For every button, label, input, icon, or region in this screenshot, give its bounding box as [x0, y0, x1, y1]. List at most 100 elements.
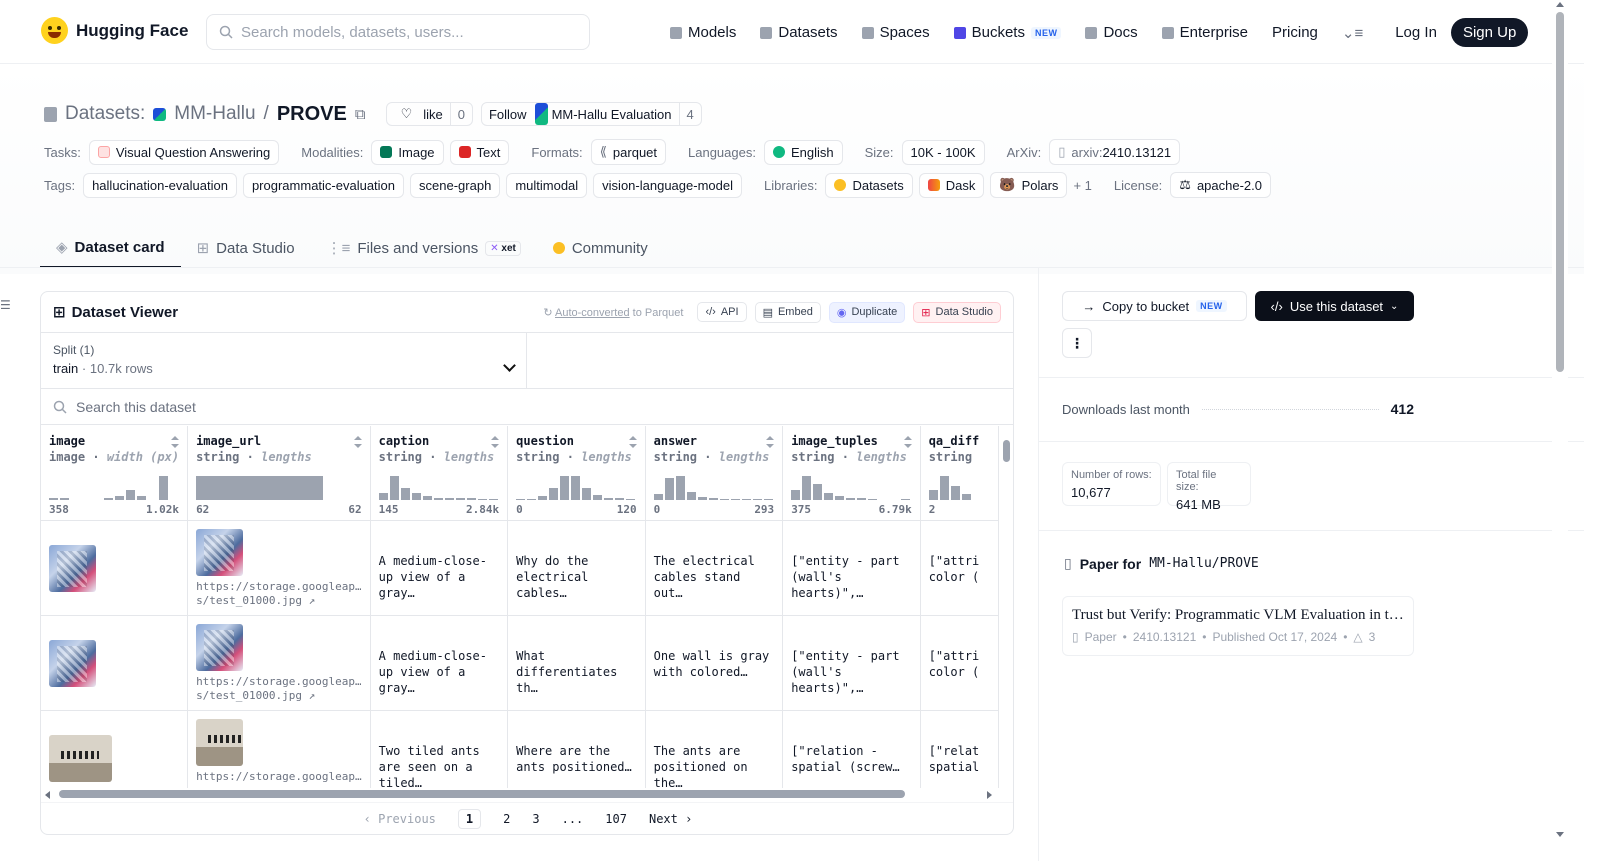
sort-icon[interactable]	[903, 436, 912, 448]
column-header-image[interactable]: image image · width (px) 358 1.02k	[41, 426, 189, 521]
image-tuples-cell[interactable]: ["entity - part (wall's hearts)",…	[782, 615, 921, 711]
duplicate-button[interactable]: ◉ Duplicate	[828, 301, 906, 323]
nav-models[interactable]: Models	[670, 24, 736, 41]
copy-icon[interactable]: ⧉	[355, 106, 366, 123]
scrollbar-thumb[interactable]	[1556, 12, 1564, 372]
image-url-link[interactable]: https://storage.googleap…	[196, 770, 362, 784]
caption-cell[interactable]: Two tiled ants are seen on a tiled…	[370, 710, 509, 788]
page-107-button[interactable]: 107	[605, 812, 627, 826]
dataset-search[interactable]	[41, 389, 1013, 425]
image-url-link[interactable]: https://storage.googleap… s/test_01000.j…	[196, 580, 361, 608]
page-2-button[interactable]: 2	[503, 812, 510, 826]
image-thumbnail[interactable]	[196, 528, 244, 576]
column-header-caption[interactable]: caption string · lengths 145 2.84k	[370, 426, 509, 521]
tag-multimodal[interactable]: multimodal	[506, 172, 588, 198]
image-tuples-cell[interactable]: ["entity - part (wall's hearts)",…	[782, 520, 921, 616]
repo-name[interactable]: PROVE	[277, 103, 347, 126]
sort-icon[interactable]	[628, 436, 637, 448]
task-tag[interactable]: Visual Question Answering	[88, 139, 280, 165]
use-this-dataset-button[interactable]: ‹/› Use this dataset ⌄	[1255, 291, 1414, 321]
nav-more-menu[interactable]: ⌄≡	[1342, 24, 1363, 42]
page-1-button[interactable]: 1	[457, 808, 482, 829]
sort-icon[interactable]	[491, 436, 500, 448]
nav-spaces[interactable]: Spaces	[861, 24, 930, 41]
library-tag-datasets[interactable]: Datasets	[825, 172, 913, 198]
image-url-link[interactable]: https://storage.googleap… s/test_01000.j…	[196, 675, 361, 703]
image-url-cell[interactable]: https://storage.googleap… s/test_01000.j…	[187, 615, 371, 711]
previous-page-button[interactable]: ‹ Previous	[364, 812, 436, 826]
tab-files-and-versions[interactable]: ⋮≡ Files and versions ✕ xet	[311, 228, 537, 268]
modality-tag-text[interactable]: Text	[449, 139, 510, 165]
image-thumbnail[interactable]	[49, 639, 96, 687]
more-options-button[interactable]: ⋮	[1062, 328, 1092, 358]
split-selector[interactable]: Split (1) train · 10.7k rows	[41, 333, 527, 388]
image-cell[interactable]	[41, 615, 189, 711]
image-thumbnail[interactable]	[49, 734, 112, 782]
nav-docs[interactable]: Docs	[1085, 24, 1138, 41]
image-cell[interactable]	[41, 710, 189, 788]
page-3-button[interactable]: 3	[532, 812, 539, 826]
page-scrollbar[interactable]	[1552, 0, 1568, 861]
column-header-answer[interactable]: answer string · lengths 0 293	[645, 426, 784, 521]
arxiv-tag[interactable]: ▯ arxiv:2410.13121	[1049, 139, 1181, 165]
scroll-right-icon[interactable]	[987, 791, 992, 799]
answer-cell[interactable]: One wall is gray with colored…	[645, 615, 784, 711]
next-page-button[interactable]: Next ›	[649, 812, 692, 826]
question-cell[interactable]: What differentiates th…	[507, 615, 646, 711]
paper-card[interactable]: Trust but Verify: Programmatic VLM Evalu…	[1062, 596, 1414, 656]
nav-buckets[interactable]: Buckets NEW	[953, 24, 1062, 41]
column-header-qa-diff[interactable]: qa_diff string 2	[920, 426, 999, 521]
image-thumbnail[interactable]	[196, 718, 244, 766]
tab-dataset-card[interactable]: ◈ Dataset card	[40, 228, 181, 268]
scroll-left-icon[interactable]	[45, 791, 50, 799]
scroll-down-icon[interactable]	[1556, 832, 1564, 837]
modality-tag-image[interactable]: Image	[371, 139, 444, 165]
paper-title[interactable]: Trust but Verify: Programmatic VLM Evalu…	[1072, 607, 1404, 624]
api-button[interactable]: ‹/› API	[697, 302, 747, 322]
tag-hallucination-evaluation[interactable]: hallucination-evaluation	[83, 172, 237, 198]
qa-diff-cell[interactable]: ["attri color (	[920, 520, 999, 616]
library-tag-dask[interactable]: Dask	[918, 172, 985, 198]
grid-horizontal-scrollbar[interactable]	[41, 788, 999, 800]
image-cell[interactable]	[41, 520, 189, 616]
answer-cell[interactable]: The ants are positioned on the…	[645, 710, 784, 788]
library-tag-polars[interactable]: 🐻 Polars	[990, 172, 1068, 198]
image-thumbnail[interactable]	[49, 544, 96, 592]
table-row[interactable]: https://storage.googleap… s/test_01000.j…	[41, 615, 999, 711]
license-tag[interactable]: ⚖ apache-2.0	[1170, 172, 1272, 198]
table-row[interactable]: https://storage.googleap… s/test_01000.j…	[41, 520, 999, 616]
scroll-up-icon[interactable]	[1556, 2, 1564, 7]
caption-cell[interactable]: A medium-close-up view of a gray…	[370, 520, 509, 616]
libraries-more[interactable]: + 1	[1073, 178, 1091, 193]
table-row[interactable]: https://storage.googleap… Two tiled ants…	[41, 710, 999, 788]
nav-datasets[interactable]: Datasets	[760, 24, 838, 41]
auto-converted-note[interactable]: ↻ Auto-converted to Parquet	[543, 306, 683, 319]
scrollbar-thumb[interactable]	[1003, 440, 1010, 462]
search-input[interactable]	[241, 23, 561, 41]
column-header-image-tuples[interactable]: image_tuples string · lengths 375 6.79k	[782, 426, 921, 521]
tab-community[interactable]: Community	[537, 228, 664, 268]
data-studio-button[interactable]: ⊞ Data Studio	[913, 301, 1001, 323]
sort-icon[interactable]	[766, 436, 775, 448]
answer-cell[interactable]: The electrical cables stand out…	[645, 520, 784, 616]
sort-icon[interactable]	[353, 436, 362, 448]
question-cell[interactable]: Where are the ants positioned…	[507, 710, 646, 788]
image-url-cell[interactable]: https://storage.googleap… s/test_01000.j…	[187, 520, 371, 616]
copy-to-bucket-button[interactable]: → Copy to bucket NEW	[1062, 291, 1247, 321]
brand-logo[interactable]: Hugging Face	[41, 17, 188, 44]
image-tuples-cell[interactable]: ["relation - spatial (screw…	[782, 710, 921, 788]
embed-button[interactable]: ▤ Embed	[754, 301, 821, 323]
image-url-cell[interactable]: https://storage.googleap…	[187, 710, 371, 788]
dataset-search-input[interactable]	[76, 398, 476, 415]
qa-diff-cell[interactable]: ["relat spatial	[920, 710, 999, 788]
language-tag[interactable]: English	[763, 139, 843, 165]
scrollbar-thumb[interactable]	[59, 790, 905, 798]
signup-button[interactable]: Sign Up	[1450, 18, 1529, 47]
tab-data-studio[interactable]: ⊞ Data Studio	[181, 228, 311, 268]
question-cell[interactable]: Why do the electrical cables…	[507, 520, 646, 616]
tag-scene-graph[interactable]: scene-graph	[410, 172, 501, 198]
global-search[interactable]	[206, 14, 590, 50]
tag-programmatic-evaluation[interactable]: programmatic-evaluation	[242, 172, 405, 198]
tag-vision-language-model[interactable]: vision-language-model	[593, 172, 742, 198]
login-link[interactable]: Log In	[1395, 24, 1437, 41]
